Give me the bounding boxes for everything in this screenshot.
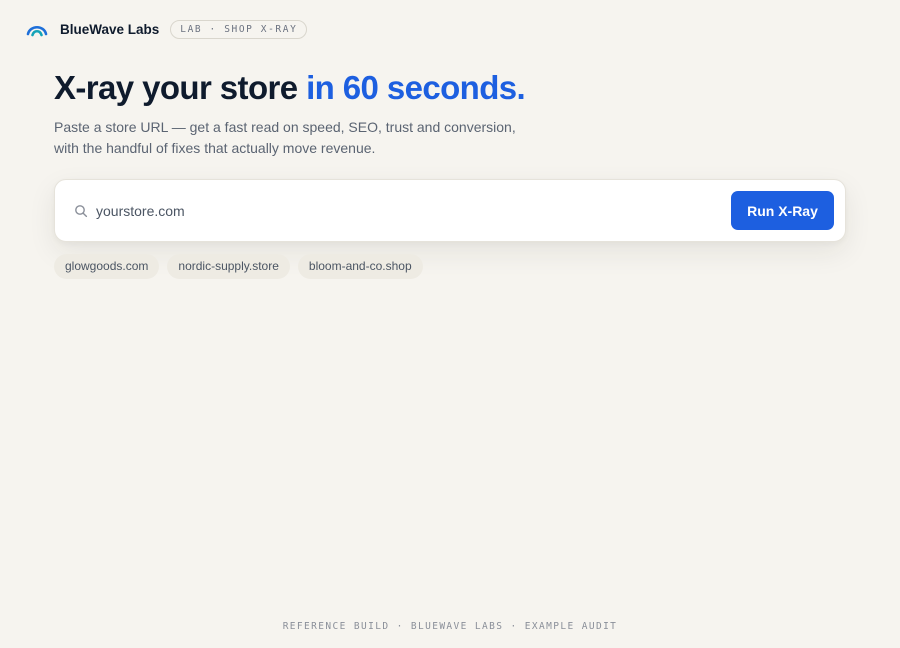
- brand-name: BlueWave Labs: [60, 21, 160, 37]
- search-icon: [74, 204, 88, 218]
- search-card: Run X-Ray: [54, 179, 846, 242]
- suggestion-chip[interactable]: bloom-and-co.shop: [297, 254, 423, 279]
- subtitle-line-1: Paste a store URL — get a fast read on s…: [54, 119, 516, 135]
- brand-header: BlueWave Labs LAB · SHOP X-RAY: [26, 19, 308, 39]
- store-url-input[interactable]: [96, 199, 716, 223]
- page: BlueWave Labs LAB · SHOP X-RAY X-ray you…: [0, 0, 900, 648]
- brand-tag-badge: LAB · SHOP X-RAY: [170, 19, 308, 39]
- suggestion-chip[interactable]: glowgoods.com: [54, 254, 160, 279]
- page-title: X-ray your store in 60 seconds.: [54, 68, 814, 108]
- subtitle-line-2: with the handful of fixes that actually …: [54, 140, 376, 156]
- headline-accent: in 60 seconds.: [306, 69, 526, 106]
- footer-note: REFERENCE BUILD · BLUEWAVE LABS · EXAMPL…: [282, 621, 618, 632]
- hero-subtitle: Paste a store URL — get a fast read on s…: [54, 117, 574, 159]
- example-store-suggestions: glowgoods.com nordic-supply.store bloom-…: [54, 254, 423, 279]
- hero-section: X-ray your store in 60 seconds. Paste a …: [54, 68, 814, 159]
- run-xray-button[interactable]: Run X-Ray: [731, 191, 834, 230]
- headline-main: X-ray your store: [54, 69, 307, 106]
- suggestion-chip[interactable]: nordic-supply.store: [167, 254, 290, 279]
- wave-logo-icon: [26, 19, 48, 39]
